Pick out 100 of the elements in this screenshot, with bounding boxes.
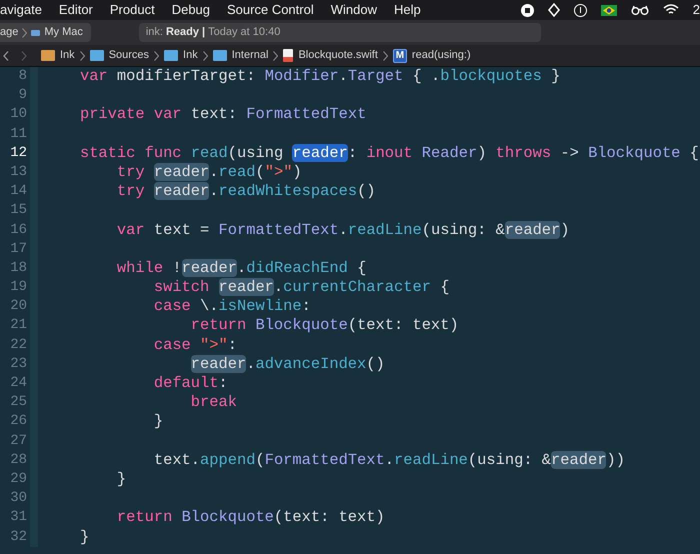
- code-text: :: [228, 336, 238, 354]
- menu-item[interactable]: avigate: [0, 0, 42, 20]
- glasses-icon[interactable]: [630, 5, 649, 15]
- line-number: 22: [10, 336, 27, 355]
- type-name: Reader: [422, 144, 478, 162]
- type-name: Target: [348, 67, 404, 85]
- code-text: .: [237, 258, 246, 277]
- menu-item[interactable]: Source Control: [227, 0, 314, 20]
- code-text: { .: [412, 67, 440, 85]
- chevron-icon: [80, 50, 85, 60]
- code-text: !: [172, 258, 182, 277]
- code-text: .: [274, 278, 284, 296]
- keyword: private var: [80, 105, 182, 124]
- code-text: }: [551, 67, 560, 85]
- code-text: text:: [190, 105, 238, 124]
- type-name: Blockquote: [588, 144, 680, 162]
- back-icon[interactable]: [3, 50, 9, 60]
- code-text: ): [477, 144, 488, 162]
- code-text: (text: text): [274, 508, 385, 526]
- menu-item[interactable]: Help: [394, 0, 421, 20]
- line-number: 23: [10, 354, 27, 374]
- identifier: isNewline: [218, 297, 302, 316]
- keyword: try: [116, 182, 146, 200]
- code-text: ): [292, 162, 302, 181]
- code-text: )): [606, 450, 625, 469]
- chevron-icon: [154, 50, 160, 60]
- power-icon[interactable]: [574, 4, 587, 16]
- type-name: FormattedText: [246, 105, 366, 124]
- code-text: .: [338, 67, 348, 85]
- highlighted-identifier: reader: [154, 182, 210, 200]
- code-text: \.: [200, 297, 219, 316]
- code-text: {: [440, 278, 450, 296]
- code-text: ): [560, 220, 570, 238]
- code-text: .: [209, 182, 219, 200]
- line-number: 28: [10, 450, 27, 470]
- identifier: read: [190, 144, 228, 162]
- scheme-name: age: [0, 25, 18, 40]
- clock-text: 2: [692, 1, 700, 20]
- project-icon: [41, 50, 55, 61]
- type-name: Blockquote: [255, 316, 348, 334]
- line-number: 19: [10, 278, 27, 298]
- code-text: .: [209, 162, 219, 181]
- keyword: while: [116, 258, 164, 277]
- code-text: (): [366, 354, 385, 373]
- keyword: try: [116, 162, 146, 181]
- line-number: 25: [10, 393, 27, 412]
- timestamp: Today at 10:40: [208, 25, 280, 40]
- menu-item[interactable]: Product: [110, 0, 155, 20]
- line-number: 17: [10, 240, 27, 259]
- code-text: {: [357, 258, 366, 277]
- selected-identifier: reader: [292, 144, 348, 162]
- line-number: 8: [18, 67, 27, 86]
- folder-icon: [164, 50, 178, 61]
- menu-item[interactable]: Editor: [58, 0, 93, 20]
- line-number: 18: [10, 258, 27, 278]
- code-text: (: [255, 162, 265, 181]
- breadcrumb-item[interactable]: Blockquote.swift: [298, 47, 378, 64]
- string-literal: ">": [264, 162, 292, 181]
- diamond-icon[interactable]: [548, 3, 560, 17]
- method-badge: M: [392, 48, 407, 62]
- breadcrumb-item[interactable]: Internal: [232, 47, 268, 64]
- keyword: break: [190, 393, 237, 412]
- keyword: inout: [366, 144, 413, 162]
- code-text: }: [116, 470, 126, 488]
- code-text: ->: [560, 144, 580, 162]
- line-number: 31: [10, 508, 27, 528]
- breadcrumb-item[interactable]: Sources: [108, 47, 150, 64]
- line-number: 10: [10, 105, 27, 124]
- line-number: 27: [10, 432, 27, 451]
- keyword: var: [116, 220, 145, 238]
- line-number: 15: [10, 201, 27, 220]
- keyword: return: [116, 508, 172, 526]
- breadcrumb-item[interactable]: Ink: [60, 47, 75, 64]
- code-text: :: [348, 144, 358, 162]
- line-number: 30: [10, 489, 27, 508]
- keyword: static func: [80, 144, 182, 162]
- mac-icon: [31, 30, 40, 36]
- keyword: return: [190, 316, 246, 334]
- menu-item[interactable]: Debug: [172, 0, 210, 20]
- code-text: (text: text): [348, 316, 459, 334]
- code-text: text.: [154, 450, 200, 469]
- code-text: }: [154, 412, 164, 430]
- menu-item[interactable]: Window: [330, 0, 377, 20]
- highlighted-identifier: reader: [551, 450, 606, 469]
- wifi-icon[interactable]: [662, 4, 679, 16]
- code-text: (using: &: [422, 220, 505, 238]
- breadcrumb-item[interactable]: Ink: [183, 47, 198, 64]
- highlighted-identifier: reader: [190, 354, 246, 373]
- line-number: 29: [10, 470, 27, 489]
- stop-icon[interactable]: [520, 4, 534, 16]
- line-number: 24: [10, 374, 27, 393]
- identifier: readLine: [348, 220, 422, 238]
- chevron-icon: [202, 50, 208, 60]
- scheme-selector[interactable]: age My Mac: [0, 23, 91, 42]
- code-text: (using: &: [468, 450, 552, 469]
- highlighted-identifier: reader: [182, 258, 237, 277]
- breadcrumb-item[interactable]: read(using:): [412, 47, 471, 64]
- flag-icon[interactable]: [600, 4, 617, 16]
- destination-name: My Mac: [44, 25, 83, 40]
- type-name: FormattedText: [218, 220, 339, 238]
